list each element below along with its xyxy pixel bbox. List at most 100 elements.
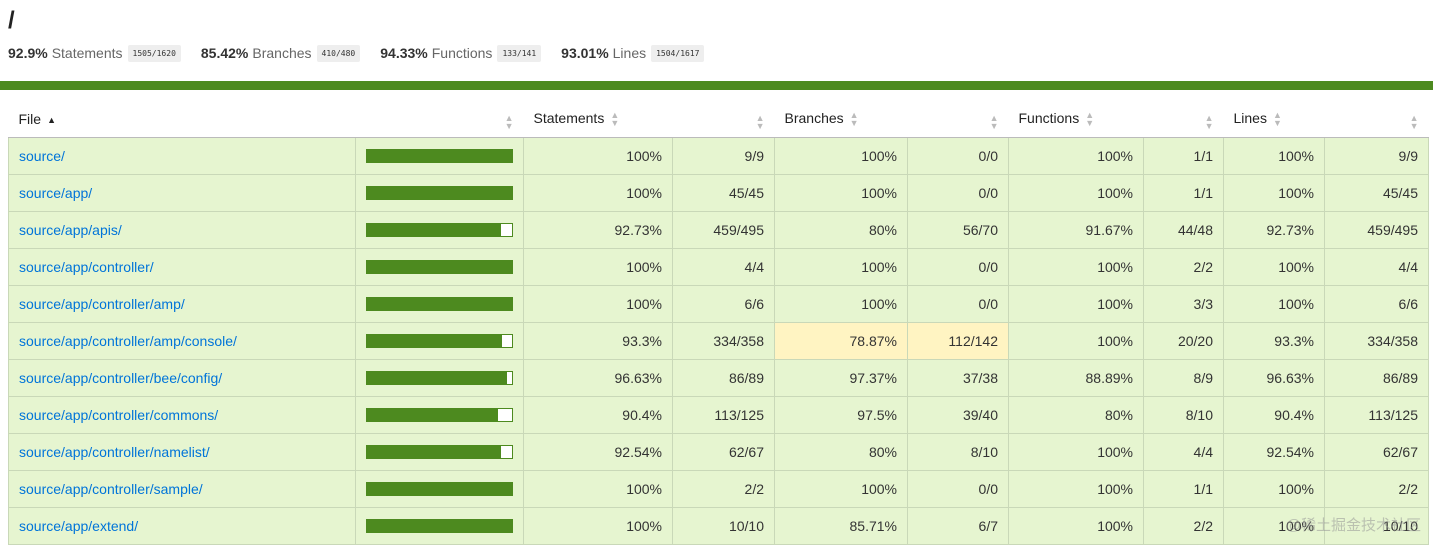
cell-value: 0/0	[978, 185, 998, 201]
file-link[interactable]: source/app/controller/bee/config/	[19, 370, 222, 386]
file-link[interactable]: source/app/extend/	[19, 518, 138, 534]
summary-label: Functions	[431, 45, 493, 61]
file-link[interactable]: source/app/	[19, 185, 92, 201]
lines-fraction-cell: 4/4	[1324, 248, 1429, 286]
cell-value: 96.63%	[1266, 370, 1314, 386]
header-lines[interactable]: Lines ▲ ▼	[1223, 100, 1325, 138]
lines-fraction-cell: 86/89	[1324, 359, 1429, 397]
statements-pct-cell: 93.3%	[523, 322, 673, 360]
lines-pct-cell: 93.3%	[1223, 322, 1325, 360]
coverage-bar	[366, 445, 513, 459]
header-label: Branches	[784, 109, 844, 126]
header-branches[interactable]: Branches ▲ ▼	[774, 100, 908, 138]
coverage-bar-cell	[355, 396, 524, 434]
branches-pct-cell: 78.87%	[774, 322, 908, 360]
coverage-bar	[366, 223, 513, 237]
file-link[interactable]: source/app/controller/namelist/	[19, 444, 210, 460]
branches-pct-cell: 100%	[774, 248, 908, 286]
summary-label: Lines	[612, 45, 647, 61]
file-cell: source/app/controller/sample/	[8, 470, 356, 508]
cell-value: 0/0	[978, 148, 998, 164]
coverage-bar-cell	[355, 359, 524, 397]
lines-fraction-cell: 9/9	[1324, 137, 1429, 175]
sort-icon: ▲ ▼	[1204, 113, 1214, 131]
header-lines-fraction[interactable]: ▲ ▼	[1324, 100, 1429, 138]
cell-value: 4/4	[744, 259, 764, 275]
lines-pct-cell: 92.73%	[1223, 211, 1325, 249]
statements-fraction-cell: 86/89	[672, 359, 775, 397]
coverage-bar	[366, 260, 513, 274]
lines-pct-cell: 100%	[1223, 248, 1325, 286]
file-cell: source/app/controller/bee/config/	[8, 359, 356, 397]
cell-value: 8/10	[1185, 407, 1213, 423]
cell-value: 6/6	[744, 296, 764, 312]
cell-value: 86/89	[1382, 370, 1418, 386]
header-file[interactable]: File ▲	[8, 100, 356, 138]
cell-value: 78.87%	[849, 333, 897, 349]
sort-icon: ▲ ▼	[1085, 110, 1095, 129]
summary-statements: 92.9% Statements 1505/1620	[8, 44, 181, 62]
file-cell: source/app/controller/commons/	[8, 396, 356, 434]
cell-value: 10/10	[728, 518, 764, 534]
summary-label: Statements	[51, 45, 123, 61]
file-link[interactable]: source/app/controller/sample/	[19, 481, 203, 497]
table-row: source/app/extend/100% 10/10 85.71% 6/7 100%…	[8, 507, 1429, 545]
statements-pct-cell: 100%	[523, 470, 673, 508]
cell-value: 62/67	[728, 444, 764, 460]
statements-pct-cell: 92.54%	[523, 433, 673, 471]
lines-pct-cell: 100%	[1223, 285, 1325, 323]
cell-value: 100%	[861, 481, 897, 497]
lines-pct-cell: 100%	[1223, 174, 1325, 212]
lines-pct-cell: 92.54%	[1223, 433, 1325, 471]
statements-pct-cell: 100%	[523, 248, 673, 286]
functions-pct-cell: 80%	[1008, 396, 1144, 434]
cell-value: 100%	[1278, 185, 1314, 201]
file-link[interactable]: source/app/controller/	[19, 259, 154, 275]
coverage-bar-fill	[367, 446, 502, 458]
cell-value: 4/4	[1193, 444, 1213, 460]
file-cell: source/app/	[8, 174, 356, 212]
file-link[interactable]: source/app/controller/amp/	[19, 296, 185, 312]
cell-value: 6/7	[978, 518, 998, 534]
header-statements-fraction[interactable]: ▲ ▼	[672, 100, 775, 138]
statements-pct-cell: 96.63%	[523, 359, 673, 397]
cell-value: 100%	[1097, 518, 1133, 534]
cell-value: 45/45	[1382, 185, 1418, 201]
cell-value: 113/125	[714, 407, 764, 423]
branches-fraction-cell: 39/40	[907, 396, 1009, 434]
cell-value: 100%	[1097, 148, 1133, 164]
coverage-bar	[366, 482, 513, 496]
cell-value: 100%	[626, 296, 662, 312]
file-link[interactable]: source/app/controller/amp/console/	[19, 333, 237, 349]
cell-value: 80%	[868, 222, 897, 238]
file-link[interactable]: source/app/controller/commons/	[19, 407, 218, 423]
cell-value: 113/125	[1368, 407, 1418, 423]
lines-pct-cell: 96.63%	[1223, 359, 1325, 397]
file-link[interactable]: source/app/apis/	[19, 222, 122, 238]
header-functions[interactable]: Functions ▲ ▼	[1008, 100, 1144, 138]
cell-value: 93.3%	[622, 333, 662, 349]
cell-value: 37/38	[962, 370, 998, 386]
file-link[interactable]: source/	[19, 148, 65, 164]
cell-value: 92.73%	[614, 222, 662, 238]
table-row: source/app/controller/sample/100% 2/2 100%…	[8, 470, 1429, 508]
header-functions-fraction[interactable]: ▲ ▼	[1143, 100, 1224, 138]
statements-pct-cell: 100%	[523, 137, 673, 175]
table-row: source/app/controller/namelist/92.54% 62/…	[8, 433, 1429, 471]
statements-fraction-cell: 4/4	[672, 248, 775, 286]
sort-icon: ▲ ▼	[1409, 113, 1419, 131]
header-label: Functions	[1018, 109, 1080, 126]
header-file-bar[interactable]: ▲ ▼	[355, 100, 524, 138]
sort-icon: ▲ ▼	[1272, 110, 1282, 129]
cell-value: 8/9	[1193, 370, 1213, 386]
page-title: /	[8, 7, 15, 34]
statements-pct-cell: 100%	[523, 285, 673, 323]
summary-label: Branches	[252, 45, 312, 61]
header-statements[interactable]: Statements ▲ ▼	[523, 100, 673, 138]
coverage-bar-cell	[355, 285, 524, 323]
functions-fraction-cell: 1/1	[1143, 174, 1224, 212]
header-branches-fraction[interactable]: ▲ ▼	[907, 100, 1009, 138]
branches-fraction-cell: 0/0	[907, 174, 1009, 212]
coverage-summary: 92.9% Statements 1505/1620 85.42% Branch…	[8, 43, 724, 63]
cell-value: 1/1	[1193, 185, 1213, 201]
